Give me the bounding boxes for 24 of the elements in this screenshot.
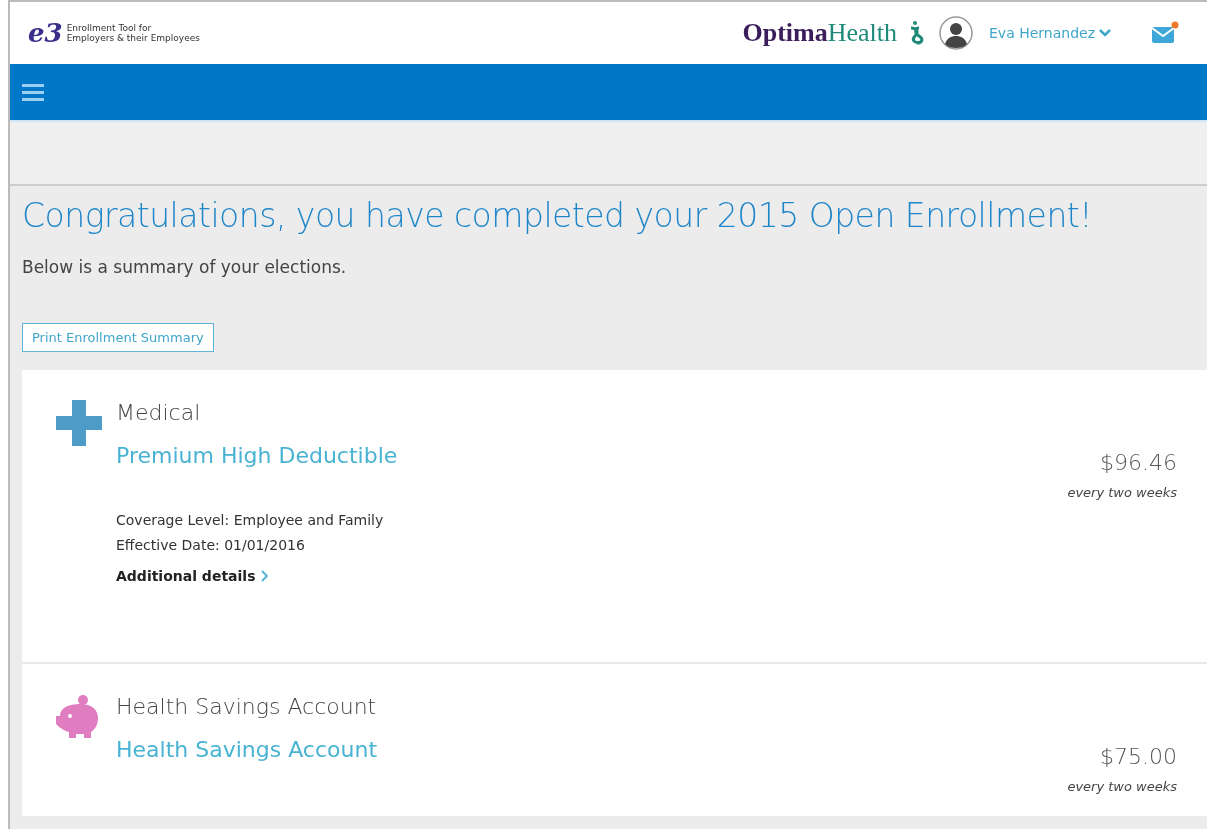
category-title: Health Savings Account <box>116 694 378 719</box>
price-frequency: every two weeks <box>1067 485 1177 500</box>
detail-text: Coverage Level: Employee and Family <box>116 511 385 530</box>
price: $96.46 <box>1100 450 1177 475</box>
user-menu[interactable]: Eva Hernandez <box>989 25 1111 41</box>
plus-icon <box>56 400 102 446</box>
brand-logo: OptimaHealth <box>742 18 897 48</box>
plan-link[interactable]: Health Savings Account <box>116 737 1054 762</box>
page-subtitle: Below is a summary of your elections. <box>22 257 348 277</box>
details-link[interactable]: Additional details <box>116 568 1054 584</box>
chevron-right-icon <box>261 570 270 582</box>
logo-mark: e3 <box>28 18 63 48</box>
category-title: Medical <box>116 400 202 425</box>
plan-link[interactable]: Premium High Deductible <box>116 443 1054 468</box>
mail-icon[interactable] <box>1151 21 1179 45</box>
price: $75.00 <box>1100 744 1177 769</box>
menu-icon[interactable] <box>22 83 44 101</box>
page-title: Congratulations, you have completed your 2015 Open Enrollment! <box>22 196 1093 235</box>
detail-text: Effective Date: 01/01/2016 <box>116 536 306 555</box>
logo-text: Enrollment Tool for Employers & their Employees <box>66 23 200 43</box>
price-frequency: every two weeks <box>1067 779 1177 794</box>
avatar-icon[interactable] <box>939 16 973 50</box>
chevron-down-icon <box>1099 29 1111 37</box>
print-button[interactable]: Print Enrollment Summary <box>22 323 214 352</box>
